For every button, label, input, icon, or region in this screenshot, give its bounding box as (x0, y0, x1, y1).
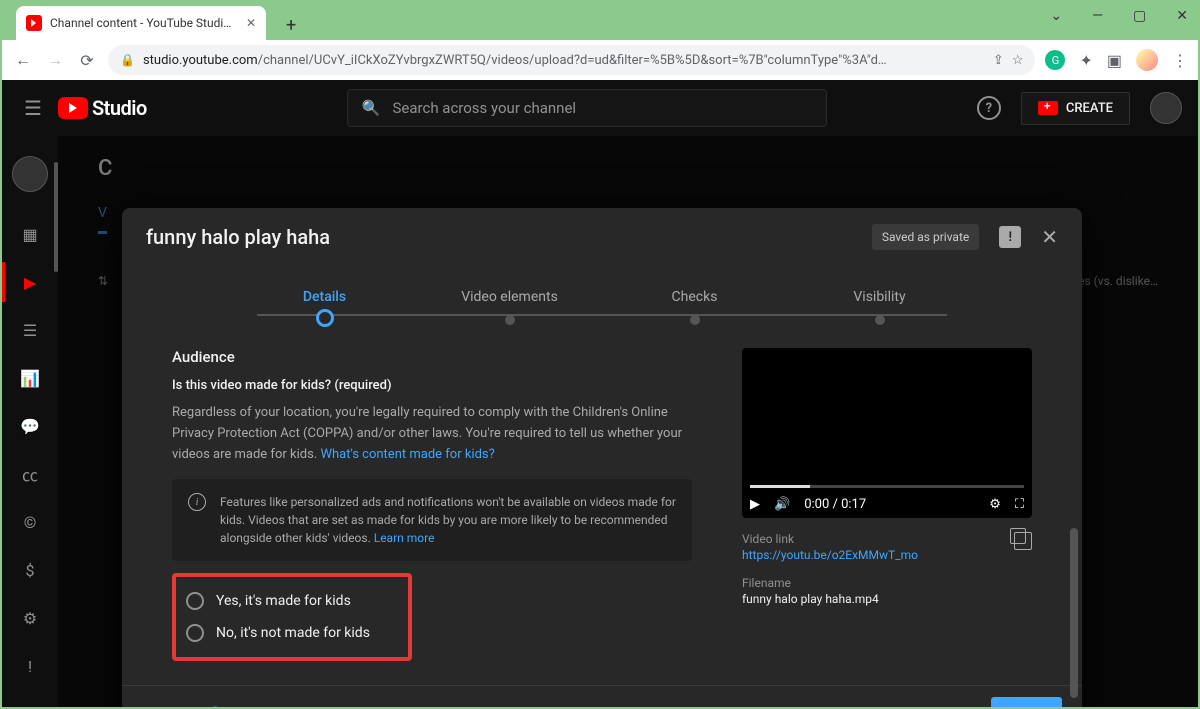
radio-not-for-kids[interactable]: No, it's not made for kids (186, 617, 398, 649)
address-bar: ← → ⟳ 🔒 studio.youtube.com/channel/UCvY_… (2, 40, 1198, 80)
footer-status: Checks complete. No issues found. (244, 706, 464, 708)
help-icon[interactable]: ? (977, 96, 1001, 120)
filename-label: Filename (742, 576, 1032, 590)
upload-status-icon (142, 705, 160, 708)
create-button[interactable]: CREATE (1021, 92, 1130, 125)
profile-avatar-icon[interactable] (1136, 49, 1158, 71)
bookmark-icon[interactable]: ☆ (1012, 53, 1024, 68)
reload-button[interactable]: ⟳ (76, 49, 98, 71)
create-label: CREATE (1066, 101, 1113, 116)
modal-header: funny halo play haha Saved as private ! … (122, 208, 1082, 266)
search-icon: 🔍 (362, 99, 381, 117)
step-visibility[interactable]: Visibility (787, 289, 972, 305)
url-field[interactable]: 🔒 studio.youtube.com/channel/UCvY_iICkXo… (108, 45, 1035, 75)
sidebar-settings-icon[interactable]: ⚙ (2, 598, 58, 638)
sidebar: ▦ ▶ ☰ 📊 💬 ㏄ © $ ⚙ ! (2, 136, 58, 707)
tab-title: Channel content - YouTube Studi… (50, 16, 231, 30)
maximize-icon[interactable]: ▢ (1133, 8, 1146, 24)
user-avatar[interactable] (1150, 92, 1182, 124)
sidebar-monetization-icon[interactable]: $ (2, 550, 58, 590)
chevron-down-icon[interactable]: ⌄ (1050, 8, 1062, 24)
volume-icon[interactable]: 🔊 (774, 497, 790, 512)
copy-icon[interactable] (1014, 532, 1032, 550)
lock-icon: 🔒 (120, 53, 135, 67)
close-modal-button[interactable]: ✕ (1041, 225, 1058, 249)
learn-more-link[interactable]: Learn more (374, 531, 435, 545)
sidebar-dashboard-icon[interactable]: ▦ (2, 214, 58, 254)
menu-icon[interactable]: ☰ (18, 90, 48, 126)
play-icon[interactable]: ▶ (750, 497, 760, 512)
tab-close-icon[interactable]: ✕ (246, 16, 256, 30)
save-status-badge: Saved as private (872, 224, 979, 250)
stepper: Details Video elements Checks Visibility (122, 266, 1082, 328)
modal-footer: HD Checks complete. No issues found. NEX… (122, 685, 1082, 707)
video-link[interactable]: https://youtu.be/o2ExMMwT_mo (742, 548, 918, 562)
radio-yes-for-kids[interactable]: Yes, it's made for kids (186, 585, 398, 617)
filename-value: funny halo play haha.mp4 (742, 592, 1032, 606)
youtube-favicon-icon (26, 15, 42, 31)
back-button[interactable]: ← (12, 49, 34, 71)
sidebar-comments-icon[interactable]: 💬 (2, 406, 58, 446)
forward-button[interactable]: → (44, 49, 66, 71)
browser-tab[interactable]: Channel content - YouTube Studi… ✕ (16, 6, 266, 40)
check-status-icon (206, 705, 224, 708)
panel-icon[interactable]: ▣ (1107, 51, 1122, 70)
audience-section: Audience Is this video made for kids? (r… (172, 348, 692, 685)
audience-description: Regardless of your location, you're lega… (172, 403, 692, 465)
sidebar-copyright-icon[interactable]: © (2, 502, 58, 542)
sidebar-content-icon[interactable]: ▶ (2, 262, 58, 302)
time-display: 0:00 / 0:17 (804, 497, 866, 512)
search-placeholder: Search across your channel (393, 99, 577, 117)
close-window-icon[interactable]: ✕ (1176, 8, 1188, 24)
extension-grammarly-icon[interactable]: G (1045, 50, 1065, 70)
camera-icon (1038, 101, 1058, 115)
extensions-icon[interactable]: ✦ (1079, 51, 1092, 70)
radio-icon (186, 592, 204, 610)
info-icon: i (188, 493, 206, 511)
modal-scrollbar[interactable] (1070, 528, 1078, 698)
step-checks[interactable]: Checks (602, 289, 787, 305)
video-edit-modal: funny halo play haha Saved as private ! … (122, 208, 1082, 707)
tab-bar: Channel content - YouTube Studi… ✕ + (2, 2, 1198, 40)
coppa-link[interactable]: What's content made for kids? (320, 447, 494, 462)
channel-avatar[interactable] (12, 156, 48, 192)
new-tab-button[interactable]: + (278, 11, 304, 40)
feedback-icon[interactable]: ! (999, 226, 1021, 248)
audience-heading: Audience (172, 348, 692, 366)
step-video-elements[interactable]: Video elements (417, 289, 602, 305)
modal-title: funny halo play haha (146, 225, 872, 249)
settings-icon[interactable]: ⚙ (989, 497, 1001, 512)
sidebar-playlists-icon[interactable]: ☰ (2, 310, 58, 350)
audience-radio-group: Yes, it's made for kids No, it's not mad… (172, 573, 412, 661)
video-preview[interactable]: ▶ 🔊 0:00 / 0:17 ⚙ ⛶ (742, 348, 1032, 518)
step-details[interactable]: Details (232, 289, 417, 305)
audience-question: Is this video made for kids? (required) (172, 378, 692, 393)
app-topbar: ☰ Studio 🔍 Search across your channel ? … (2, 80, 1198, 136)
menu-icon[interactable]: ⋮ (1172, 51, 1188, 70)
next-button[interactable]: NEXT (991, 697, 1062, 708)
search-input[interactable]: 🔍 Search across your channel (347, 89, 827, 127)
toolbar-icons: G ✦ ▣ ⋮ (1045, 49, 1188, 71)
sidebar-analytics-icon[interactable]: 📊 (2, 358, 58, 398)
app-root: ☰ Studio 🔍 Search across your channel ? … (2, 80, 1198, 707)
preview-panel: ▶ 🔊 0:00 / 0:17 ⚙ ⛶ Video link ht (742, 348, 1032, 685)
url-text: studio.youtube.com/channel/UCvY_iICkXoZY… (143, 53, 985, 68)
fullscreen-icon[interactable]: ⛶ (1015, 497, 1024, 512)
sidebar-feedback-icon[interactable]: ! (2, 646, 58, 686)
audience-info-box: i Features like personalized ads and not… (172, 479, 692, 561)
video-link-label: Video link (742, 532, 918, 546)
sidebar-subtitles-icon[interactable]: ㏄ (2, 454, 58, 494)
share-icon[interactable]: ⇪ (993, 53, 1004, 68)
logo-text: Studio (92, 96, 147, 120)
window-controls: ⌄ — ▢ ✕ (1050, 8, 1188, 24)
youtube-studio-logo[interactable]: Studio (58, 96, 147, 120)
hd-status-icon: HD (174, 705, 192, 708)
minimize-icon[interactable]: — (1092, 8, 1103, 24)
radio-icon (186, 624, 204, 642)
youtube-play-icon (58, 97, 88, 119)
